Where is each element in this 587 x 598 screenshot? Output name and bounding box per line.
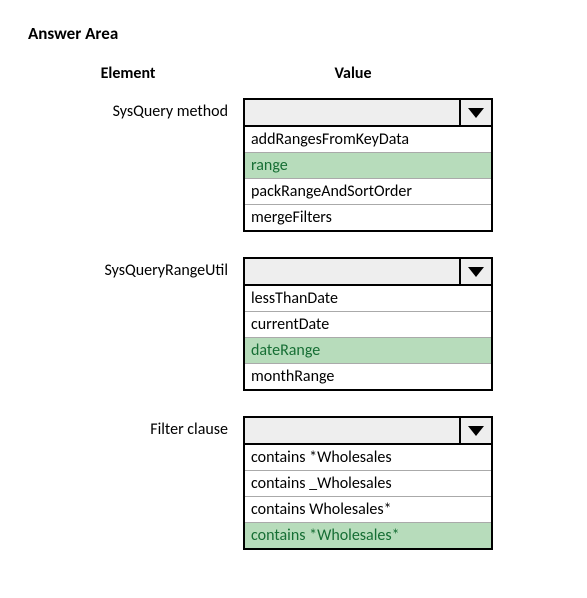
row-sysquery-method: SysQuery method addRangesFromKeyData ran… — [28, 98, 575, 232]
dropdown-arrow-button[interactable] — [461, 259, 491, 284]
dropdown-container: contains *Wholesales contains _Wholesale… — [243, 416, 493, 550]
chevron-down-icon — [468, 108, 484, 118]
dropdown-option[interactable]: contains Wholesales* — [245, 497, 491, 523]
dropdown-option[interactable]: monthRange — [245, 364, 491, 389]
dropdown-select[interactable] — [243, 416, 493, 445]
dropdown-arrow-button[interactable] — [461, 100, 491, 125]
row-label: SysQuery method — [28, 98, 243, 121]
dropdown-options: addRangesFromKeyData range packRangeAndS… — [243, 127, 493, 232]
row-label: Filter clause — [28, 416, 243, 439]
dropdown-value — [245, 418, 461, 443]
dropdown-value — [245, 100, 461, 125]
dropdown-option[interactable]: contains *Wholesales — [245, 445, 491, 471]
chevron-down-icon — [468, 267, 484, 277]
row-filter-clause: Filter clause contains *Wholesales conta… — [28, 416, 575, 550]
dropdown-container: lessThanDate currentDate dateRange month… — [243, 257, 493, 391]
dropdown-select[interactable] — [243, 257, 493, 286]
dropdown-container: addRangesFromKeyData range packRangeAndS… — [243, 98, 493, 232]
dropdown-option-selected[interactable]: dateRange — [245, 338, 491, 364]
dropdown-option[interactable]: contains _Wholesales — [245, 471, 491, 497]
chevron-down-icon — [468, 426, 484, 436]
header-element: Element — [28, 64, 228, 83]
dropdown-options: lessThanDate currentDate dateRange month… — [243, 286, 493, 391]
page-title: Answer Area — [28, 23, 575, 44]
dropdown-arrow-button[interactable] — [461, 418, 491, 443]
dropdown-option[interactable]: addRangesFromKeyData — [245, 127, 491, 153]
dropdown-option-selected[interactable]: range — [245, 153, 491, 179]
dropdown-option[interactable]: lessThanDate — [245, 286, 491, 312]
row-sysqueryrangeutil: SysQueryRangeUtil lessThanDate currentDa… — [28, 257, 575, 391]
dropdown-option[interactable]: mergeFilters — [245, 205, 491, 230]
dropdown-options: contains *Wholesales contains _Wholesale… — [243, 445, 493, 550]
dropdown-option-selected[interactable]: contains *Wholesales* — [245, 523, 491, 548]
dropdown-value — [245, 259, 461, 284]
dropdown-option[interactable]: packRangeAndSortOrder — [245, 179, 491, 205]
row-label: SysQueryRangeUtil — [28, 257, 243, 280]
dropdown-select[interactable] — [243, 98, 493, 127]
header-value: Value — [228, 64, 478, 83]
column-headers: Element Value — [28, 64, 575, 83]
dropdown-option[interactable]: currentDate — [245, 312, 491, 338]
